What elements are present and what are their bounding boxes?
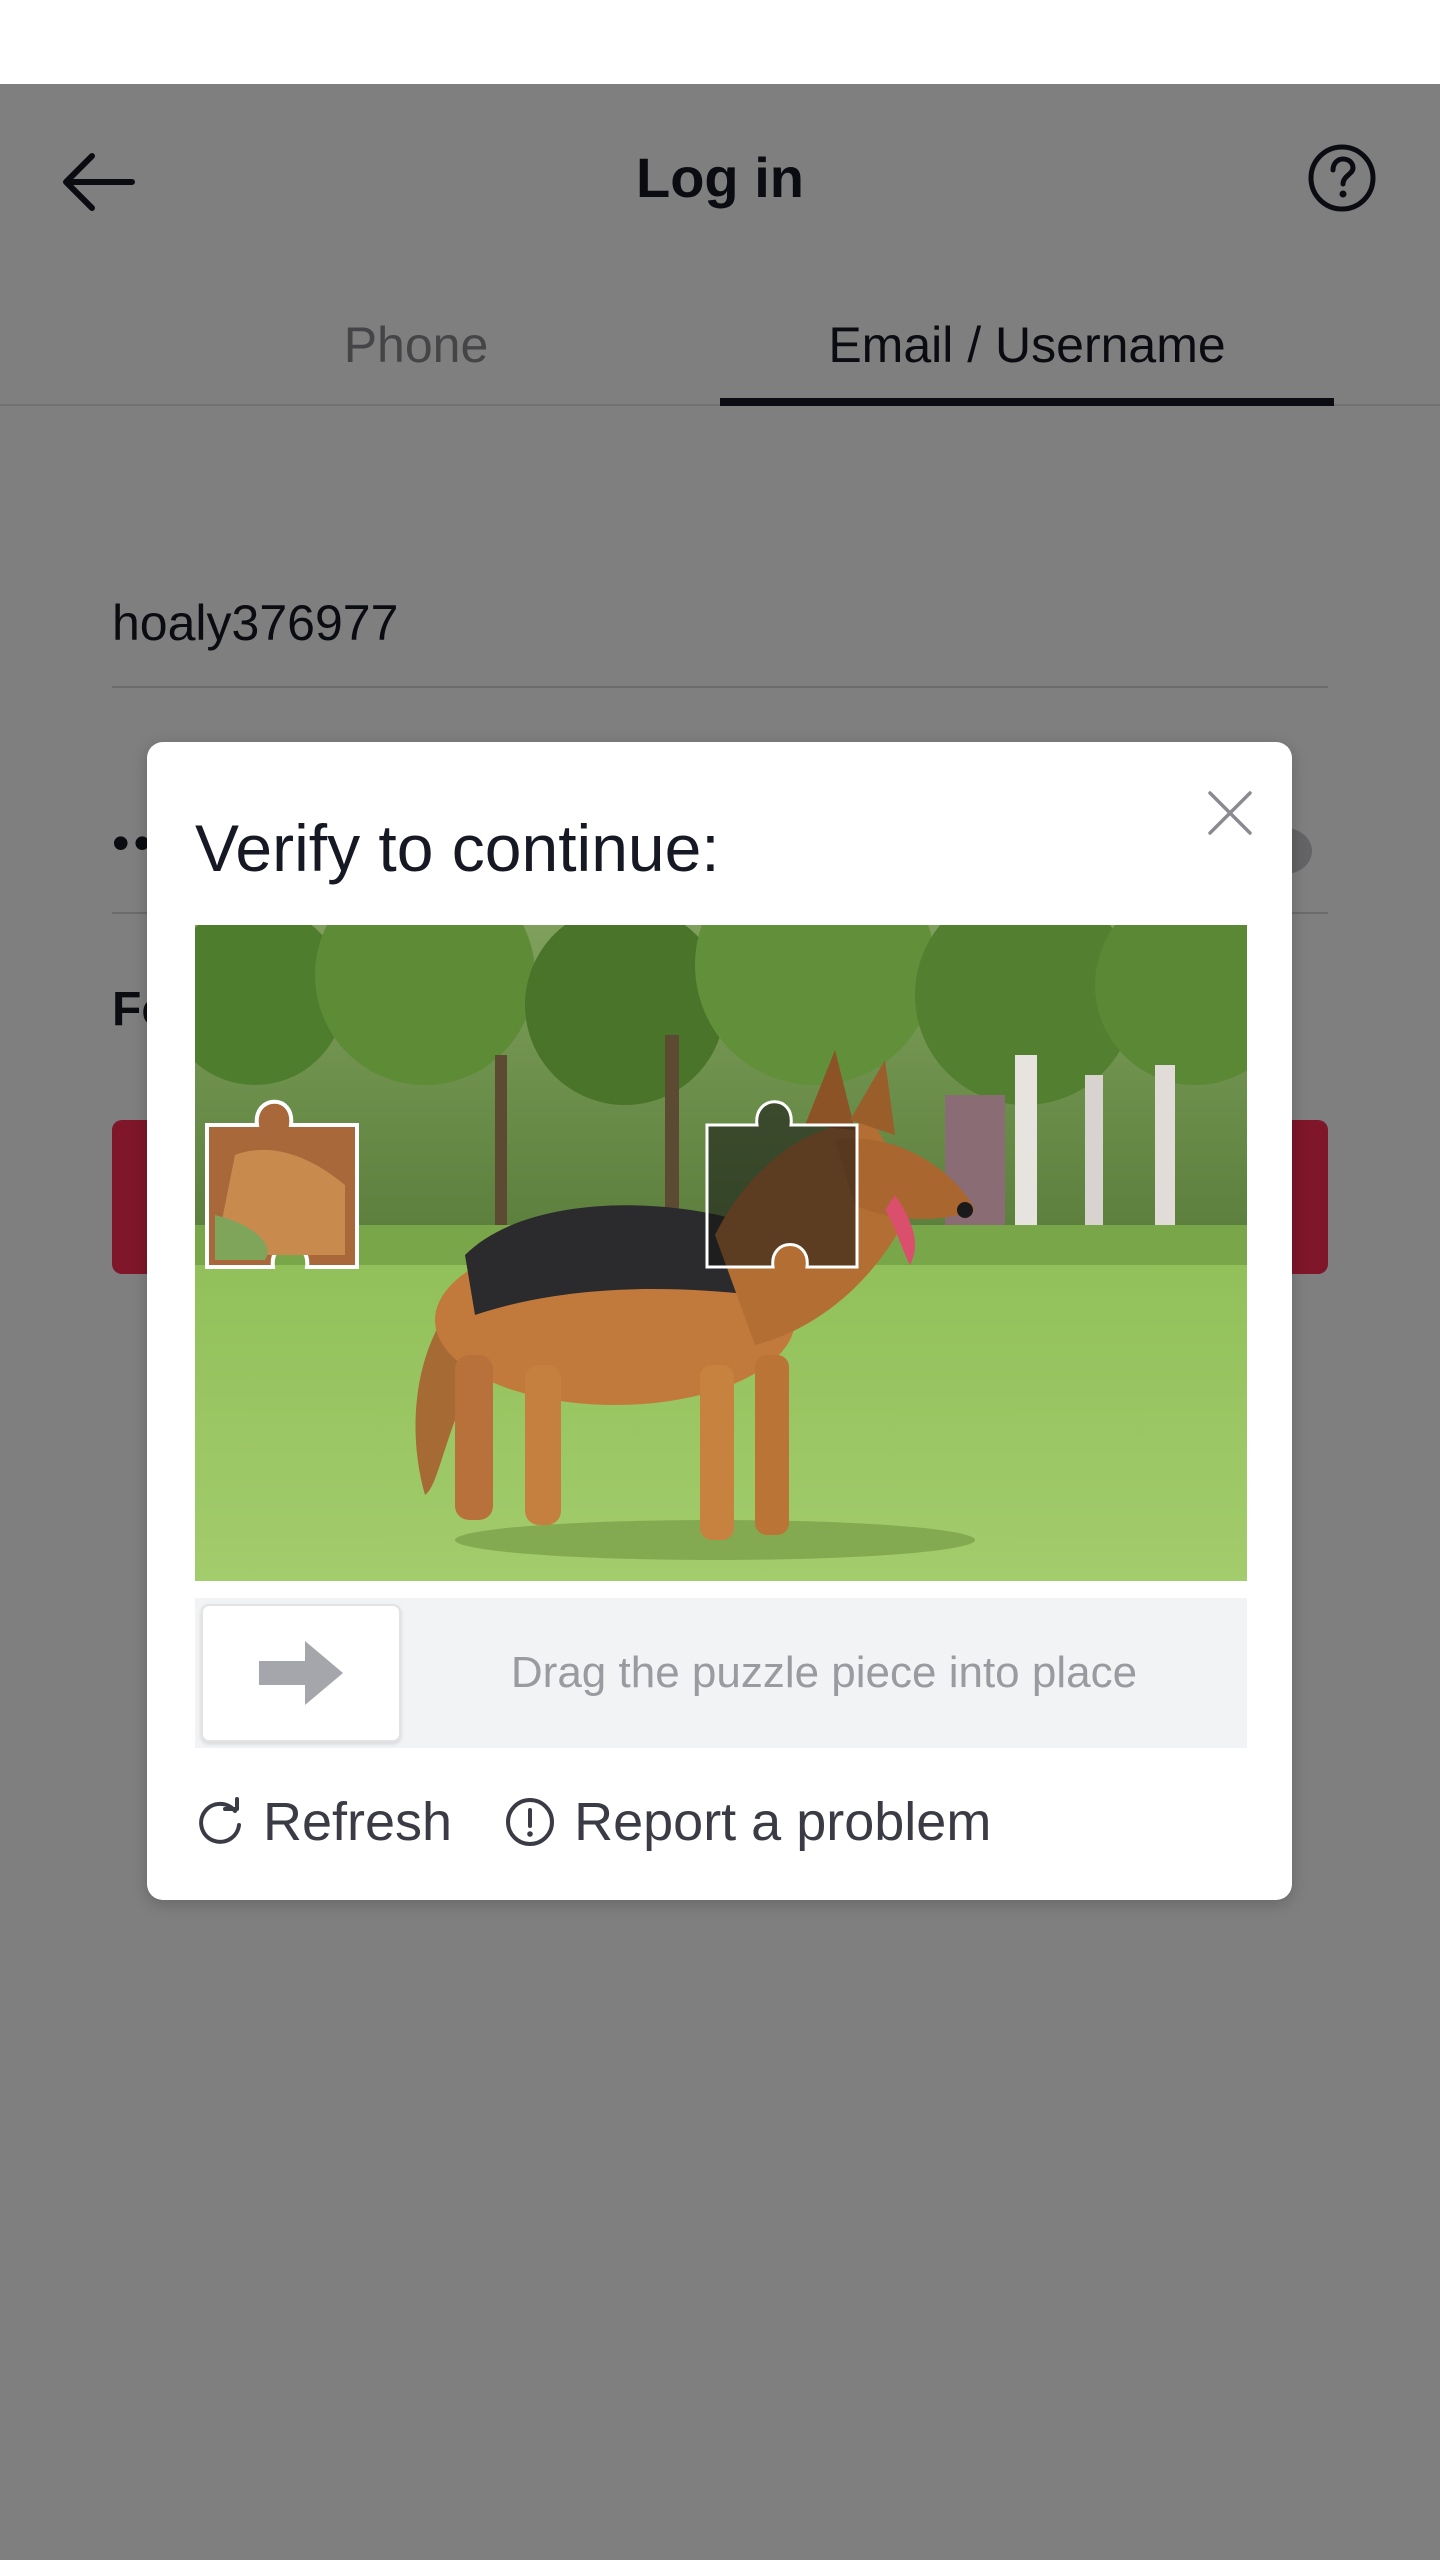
status-bar xyxy=(0,0,1440,84)
refresh-button[interactable]: Refresh xyxy=(195,1791,452,1853)
close-button[interactable] xyxy=(1195,778,1265,848)
refresh-label: Refresh xyxy=(263,1792,453,1852)
report-problem-button[interactable]: Report a problem xyxy=(504,1791,991,1853)
arrow-right-icon xyxy=(259,1641,343,1705)
slider-hint: Drag the puzzle piece into place xyxy=(510,1648,1138,1697)
refresh-icon xyxy=(199,1797,241,1844)
captcha-modal: Verify to continue: Drag the puzzle piec… xyxy=(147,742,1292,1900)
report-label: Report a problem xyxy=(574,1792,992,1852)
captcha-puzzle-image xyxy=(195,925,1247,1581)
captcha-footer: Refresh Report a problem xyxy=(195,1782,1043,1862)
close-icon xyxy=(1208,791,1252,835)
slider-handle[interactable] xyxy=(201,1604,401,1742)
dog-photo xyxy=(195,925,1247,1581)
alert-circle-icon xyxy=(506,1798,555,1846)
captcha-title: Verify to continue: xyxy=(195,811,720,885)
captcha-slider: Drag the puzzle piece into place xyxy=(195,1598,1247,1748)
